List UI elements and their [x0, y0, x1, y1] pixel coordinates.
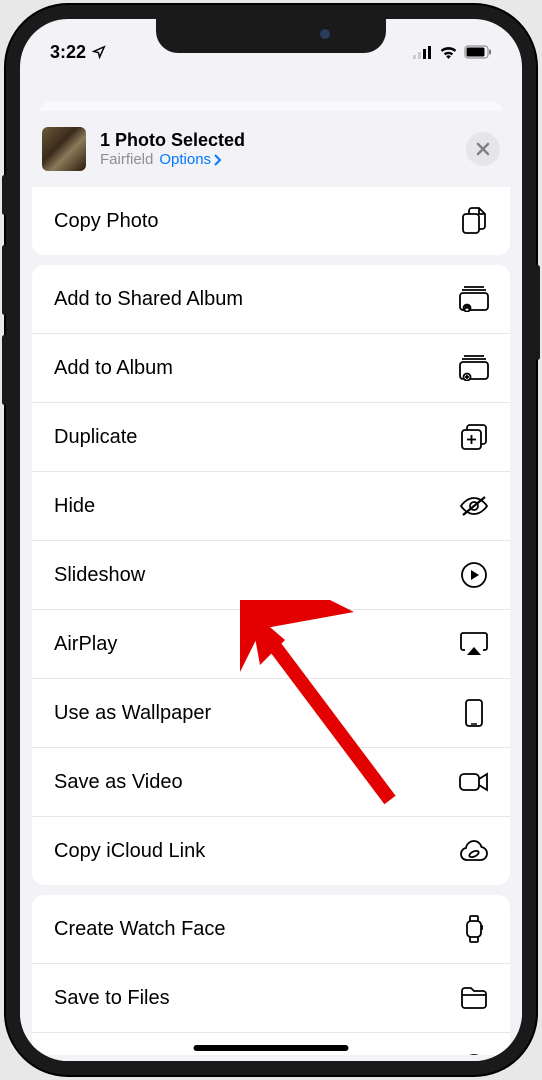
photo-location: Fairfield	[100, 151, 153, 168]
watch-icon	[458, 913, 490, 945]
volume-down-button	[2, 335, 7, 405]
cloud-link-icon	[458, 835, 490, 867]
row-label: Create Watch Face	[54, 918, 226, 941]
home-indicator[interactable]	[194, 1045, 349, 1051]
sheet-title: 1 Photo Selected	[100, 130, 452, 151]
save-video-row[interactable]: Save as Video	[32, 748, 510, 817]
close-button[interactable]	[466, 132, 500, 166]
action-group-3: Create Watch Face Save to Files	[32, 895, 510, 1055]
phone-rect-icon	[458, 697, 490, 729]
shared-album-icon	[458, 283, 490, 315]
phone-frame: 3:22 1 Photo Selected Fairfield	[6, 5, 536, 1075]
row-label: AirPlay	[54, 633, 117, 656]
video-icon	[458, 766, 490, 798]
action-group-2: Add to Shared Album Add to Album	[32, 265, 510, 885]
share-sheet-container: 1 Photo Selected Fairfield Options	[20, 101, 522, 1061]
slideshow-row[interactable]: Slideshow	[32, 541, 510, 610]
row-label: Save to Files	[54, 987, 170, 1010]
row-label: Duplicate	[54, 426, 137, 449]
sheet-header: 1 Photo Selected Fairfield Options	[20, 111, 522, 187]
action-group-1: Copy Photo	[32, 187, 510, 255]
airplay-row[interactable]: AirPlay	[32, 610, 510, 679]
hide-row[interactable]: Hide	[32, 472, 510, 541]
options-label: Options	[159, 151, 211, 168]
row-label: Hide	[54, 495, 95, 518]
status-time: 3:22	[50, 42, 86, 63]
duplicate-icon	[458, 421, 490, 453]
row-label: Use as Wallpaper	[54, 702, 211, 725]
row-label: Copy iCloud Link	[54, 840, 205, 863]
silence-switch	[2, 175, 7, 215]
notch	[156, 19, 386, 53]
actions-area[interactable]: Copy Photo Add to Shared Album	[20, 187, 522, 1055]
create-watch-face-row[interactable]: Create Watch Face	[32, 895, 510, 964]
row-label: Add to Album	[54, 357, 173, 380]
play-circle-icon	[458, 559, 490, 591]
row-label: Add to Shared Album	[54, 288, 243, 311]
use-wallpaper-row[interactable]: Use as Wallpaper	[32, 679, 510, 748]
options-link[interactable]: Options	[159, 151, 221, 168]
wifi-icon	[439, 45, 458, 59]
copy-icloud-row[interactable]: Copy iCloud Link	[32, 817, 510, 885]
phone-screen: 3:22 1 Photo Selected Fairfield	[20, 19, 522, 1061]
row-label: Save as Video	[54, 771, 183, 794]
row-label: Slideshow	[54, 564, 145, 587]
copy-photo-row[interactable]: Copy Photo	[32, 187, 510, 255]
airplay-icon	[458, 628, 490, 660]
duplicate-row[interactable]: Duplicate	[32, 403, 510, 472]
power-button	[535, 265, 540, 360]
eye-slash-icon	[458, 490, 490, 522]
folder-icon	[458, 982, 490, 1014]
row-label: Copy Photo	[54, 210, 159, 233]
copy-icon	[458, 205, 490, 237]
share-sheet: 1 Photo Selected Fairfield Options	[20, 111, 522, 1061]
battery-icon	[464, 45, 492, 59]
add-album-icon	[458, 352, 490, 384]
location-arrow-icon	[92, 45, 106, 59]
save-files-row[interactable]: Save to Files	[32, 964, 510, 1033]
chevron-right-icon	[213, 154, 221, 166]
add-album-row[interactable]: Add to Album	[32, 334, 510, 403]
person-circle-icon	[458, 1051, 490, 1055]
volume-up-button	[2, 245, 7, 315]
cellular-icon	[413, 46, 433, 59]
add-shared-album-row[interactable]: Add to Shared Album	[32, 265, 510, 334]
photo-thumbnail[interactable]	[42, 127, 86, 171]
assign-contact-row[interactable]: Assign to Contact	[32, 1033, 510, 1055]
close-icon	[476, 142, 490, 156]
